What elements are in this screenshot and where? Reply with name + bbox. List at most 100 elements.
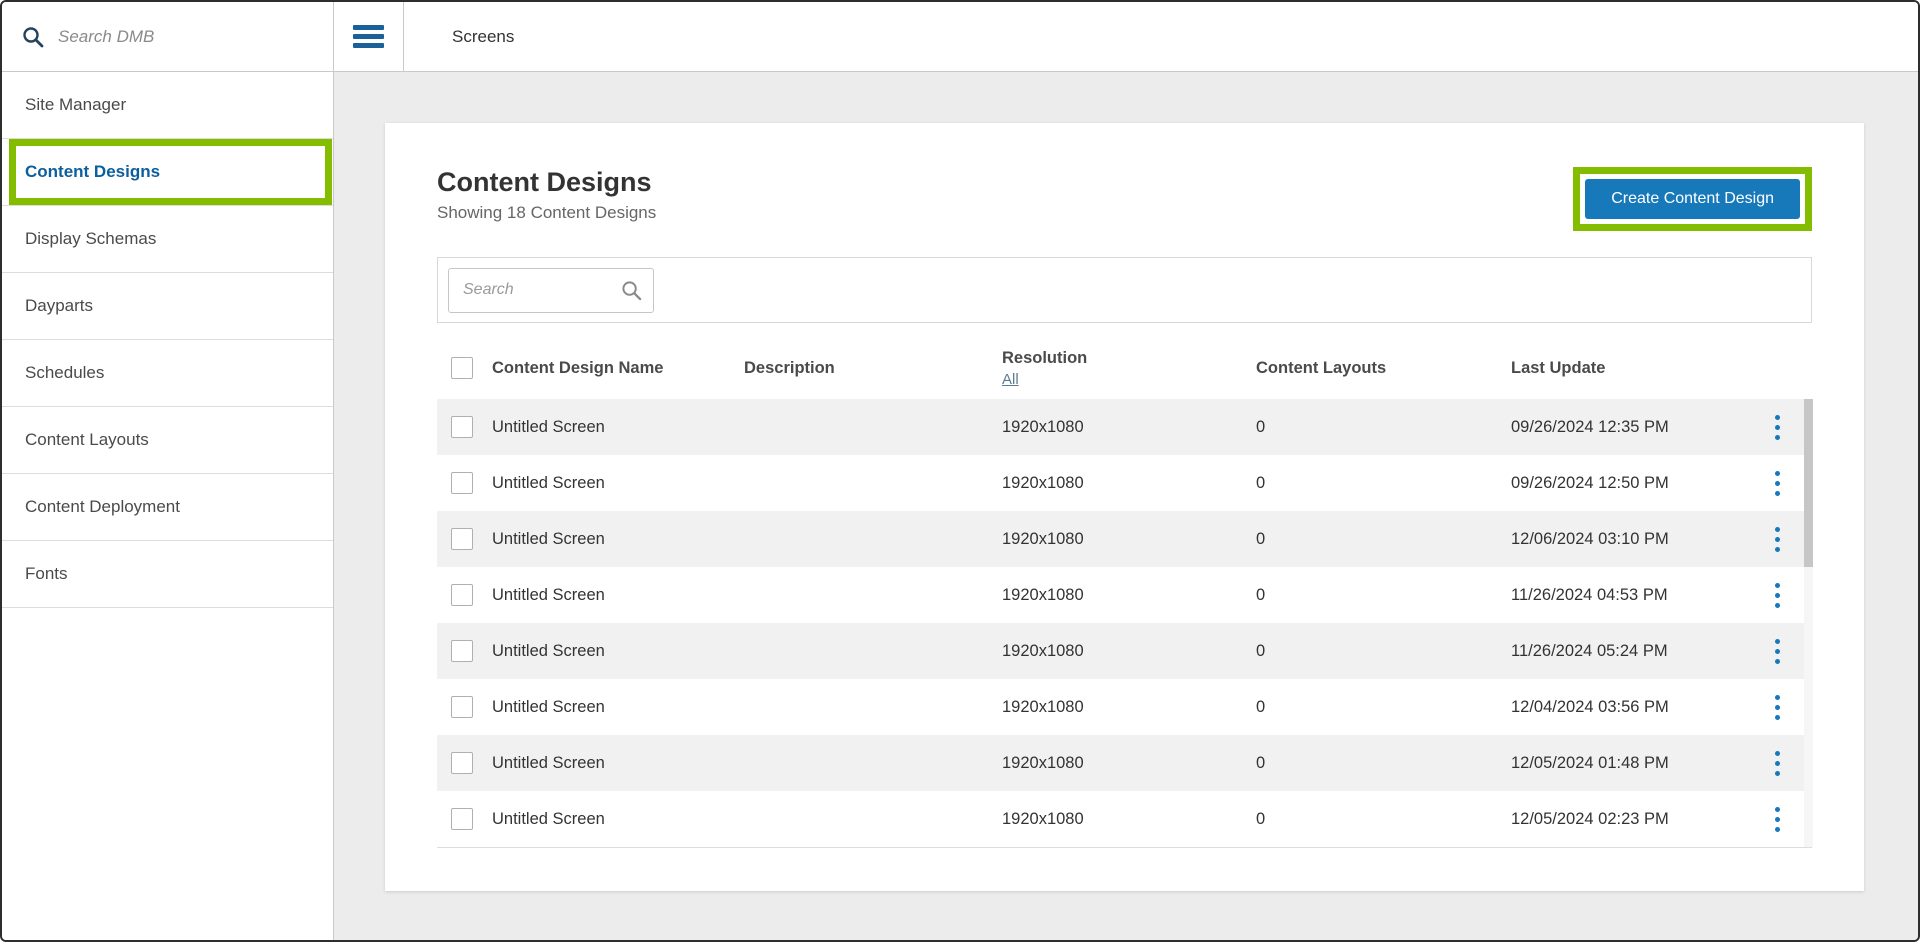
cell-last-update: 09/26/2024 12:35 PM	[1511, 418, 1742, 437]
column-header-resolution: Resolution All	[1002, 349, 1256, 388]
app-window: Site Manager Content Designs Display Sch…	[0, 0, 1920, 942]
table-row[interactable]: Untitled Screen 1920x1080 0 12/05/2024 0…	[437, 791, 1812, 847]
row-actions-kebab-icon[interactable]	[1765, 630, 1790, 672]
table-search	[448, 268, 654, 313]
sidebar-item-label: Dayparts	[25, 296, 93, 316]
row-actions-kebab-icon[interactable]	[1765, 798, 1790, 840]
resolution-filter-all-link[interactable]: All	[1002, 371, 1019, 388]
row-actions-kebab-icon[interactable]	[1765, 686, 1790, 728]
cell-resolution: 1920x1080	[1002, 418, 1256, 437]
cell-resolution: 1920x1080	[1002, 698, 1256, 717]
sidebar-item[interactable]: Dayparts	[2, 273, 333, 340]
cell-last-update: 12/05/2024 01:48 PM	[1511, 754, 1742, 773]
cell-content-layouts: 0	[1256, 418, 1511, 437]
cell-last-update: 12/04/2024 03:56 PM	[1511, 698, 1742, 717]
sidebar-item[interactable]: Content Designs	[2, 139, 333, 206]
sidebar-menu: Site Manager Content Designs Display Sch…	[2, 72, 333, 608]
cell-name: Untitled Screen	[492, 810, 744, 829]
sidebar-item-label: Fonts	[25, 564, 68, 584]
hamburger-icon	[353, 21, 384, 52]
cell-last-update: 12/06/2024 03:10 PM	[1511, 530, 1742, 549]
cell-resolution: 1920x1080	[1002, 810, 1256, 829]
card-header: Content Designs Showing 18 Content Desig…	[437, 167, 1812, 231]
cell-content-layouts: 0	[1256, 698, 1511, 717]
row-checkbox[interactable]	[451, 528, 473, 550]
cell-name: Untitled Screen	[492, 698, 744, 717]
cell-content-layouts: 0	[1256, 810, 1511, 829]
sidebar-search[interactable]	[2, 2, 333, 72]
cell-last-update: 09/26/2024 12:50 PM	[1511, 474, 1742, 493]
cell-content-layouts: 0	[1256, 754, 1511, 773]
cell-resolution: 1920x1080	[1002, 586, 1256, 605]
cell-name: Untitled Screen	[492, 754, 744, 773]
cell-content-layouts: 0	[1256, 530, 1511, 549]
table-row[interactable]: Untitled Screen 1920x1080 0 11/26/2024 0…	[437, 623, 1812, 679]
sidebar-item-label: Schedules	[25, 363, 104, 383]
column-header-layouts[interactable]: Content Layouts	[1256, 359, 1511, 378]
row-actions-kebab-icon[interactable]	[1765, 462, 1790, 504]
cell-resolution: 1920x1080	[1002, 754, 1256, 773]
table-scrollbar-thumb[interactable]	[1804, 399, 1813, 567]
cell-last-update: 11/26/2024 04:53 PM	[1511, 586, 1742, 605]
row-actions-kebab-icon[interactable]	[1765, 574, 1790, 616]
table-row[interactable]: Untitled Screen 1920x1080 0 12/05/2024 0…	[437, 735, 1812, 791]
sidebar-item-label: Display Schemas	[25, 229, 156, 249]
table-header-row: Content Design Name Description Resoluti…	[437, 337, 1812, 399]
sidebar-item-label: Content Designs	[25, 162, 160, 182]
cell-last-update: 12/05/2024 02:23 PM	[1511, 810, 1742, 829]
cell-content-layouts: 0	[1256, 586, 1511, 605]
row-checkbox[interactable]	[451, 752, 473, 774]
row-actions-kebab-icon[interactable]	[1765, 742, 1790, 784]
cell-name: Untitled Screen	[492, 642, 744, 661]
sidebar: Site Manager Content Designs Display Sch…	[2, 2, 334, 940]
filter-bar	[437, 257, 1812, 323]
cell-content-layouts: 0	[1256, 474, 1511, 493]
table-body: Untitled Screen 1920x1080 0 09/26/2024 1…	[437, 399, 1812, 848]
table-row[interactable]: Untitled Screen 1920x1080 0 09/26/2024 1…	[437, 455, 1812, 511]
menu-toggle-button[interactable]	[334, 2, 404, 72]
cell-resolution: 1920x1080	[1002, 530, 1256, 549]
row-checkbox[interactable]	[451, 808, 473, 830]
table-row[interactable]: Untitled Screen 1920x1080 0 09/26/2024 1…	[437, 399, 1812, 455]
create-content-design-button[interactable]: Create Content Design	[1585, 179, 1800, 219]
content-designs-card: Content Designs Showing 18 Content Desig…	[385, 123, 1864, 891]
select-all-checkbox[interactable]	[451, 357, 473, 379]
sidebar-item-label: Content Layouts	[25, 430, 149, 450]
cell-name: Untitled Screen	[492, 586, 744, 605]
sidebar-item[interactable]: Site Manager	[2, 72, 333, 139]
column-header-last-update[interactable]: Last Update	[1511, 359, 1742, 378]
cell-name: Untitled Screen	[492, 474, 744, 493]
content-subtitle: Showing 18 Content Designs	[437, 203, 656, 223]
sidebar-item-label: Content Deployment	[25, 497, 180, 517]
sidebar-search-input[interactable]	[58, 27, 298, 47]
cell-name: Untitled Screen	[492, 530, 744, 549]
table-row[interactable]: Untitled Screen 1920x1080 0 12/04/2024 0…	[437, 679, 1812, 735]
row-checkbox[interactable]	[451, 696, 473, 718]
row-actions-kebab-icon[interactable]	[1765, 518, 1790, 560]
row-checkbox[interactable]	[451, 584, 473, 606]
content-title: Content Designs	[437, 167, 656, 198]
search-icon	[621, 280, 642, 301]
sidebar-item[interactable]: Display Schemas	[2, 206, 333, 273]
column-header-description[interactable]: Description	[744, 359, 1002, 378]
sidebar-item[interactable]: Content Deployment	[2, 474, 333, 541]
row-checkbox[interactable]	[451, 472, 473, 494]
card-title-block: Content Designs Showing 18 Content Desig…	[437, 167, 656, 223]
column-header-name[interactable]: Content Design Name	[492, 359, 744, 378]
table-row[interactable]: Untitled Screen 1920x1080 0 11/26/2024 0…	[437, 567, 1812, 623]
page-title: Screens	[452, 27, 514, 47]
cell-resolution: 1920x1080	[1002, 474, 1256, 493]
cell-resolution: 1920x1080	[1002, 642, 1256, 661]
sidebar-item[interactable]: Schedules	[2, 340, 333, 407]
column-header-resolution-label[interactable]: Resolution	[1002, 349, 1256, 368]
row-checkbox[interactable]	[451, 416, 473, 438]
row-checkbox[interactable]	[451, 640, 473, 662]
cell-name: Untitled Screen	[492, 418, 744, 437]
row-actions-kebab-icon[interactable]	[1765, 406, 1790, 448]
cell-last-update: 11/26/2024 05:24 PM	[1511, 642, 1742, 661]
topbar: Screens	[334, 2, 1918, 72]
table-row[interactable]: Untitled Screen 1920x1080 0 12/06/2024 0…	[437, 511, 1812, 567]
sidebar-item[interactable]: Content Layouts	[2, 407, 333, 474]
table-scrollbar[interactable]	[1804, 399, 1813, 847]
sidebar-item[interactable]: Fonts	[2, 541, 333, 608]
